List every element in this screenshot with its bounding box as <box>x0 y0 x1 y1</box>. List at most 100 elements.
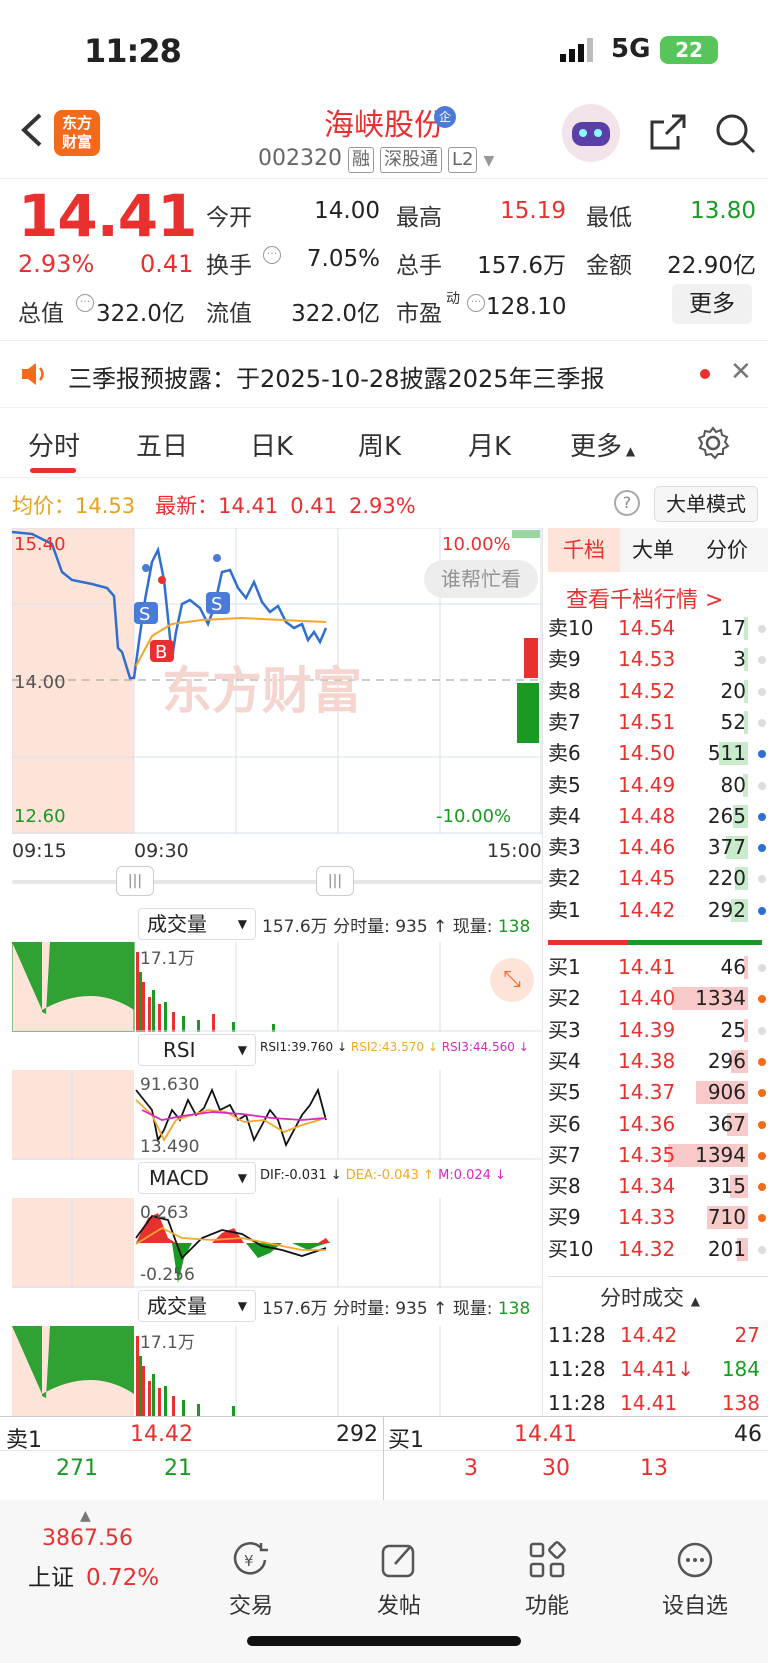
battery-icon: 22 <box>660 36 718 64</box>
nav-functions[interactable]: 功能 <box>492 1540 602 1620</box>
bid-row[interactable]: 买6 14.36 367 <box>548 1109 768 1140</box>
bid-price: 14.41 <box>618 955 676 979</box>
bid-row[interactable]: 买4 14.38 296 <box>548 1046 768 1077</box>
bid-row[interactable]: 买3 14.39 25 <box>548 1015 768 1046</box>
pe-info-icon[interactable]: ··· <box>467 294 485 312</box>
ask-volume: 511 <box>707 741 746 766</box>
rsi-indicator-select[interactable]: RSI ▼ <box>138 1034 256 1066</box>
search-icon[interactable] <box>714 112 756 154</box>
period-tabs: 分时 五日 日K 周K 月K 更多 ▲ <box>0 408 768 478</box>
float-value: 322.0亿 <box>291 301 380 327</box>
share-icon[interactable] <box>648 112 688 152</box>
volume-now: 138 <box>497 917 531 937</box>
nav-post[interactable]: 发帖 <box>344 1540 454 1620</box>
tab-big-order[interactable]: 大单 <box>632 528 674 572</box>
sum-bid-q2: 30 <box>542 1456 570 1481</box>
macd-values: DIF:-0.031 ↓ DEA:-0.043 ↑ M:0.024 ↓ <box>260 1168 506 1183</box>
volume-indicator-select-2[interactable]: 成交量 ▼ <box>138 1290 256 1322</box>
nav-add-watchlist[interactable]: 设自选 <box>640 1540 750 1620</box>
index-row[interactable]: 上证 0.72% <box>28 1558 159 1592</box>
ask-volume: 220 <box>707 866 746 891</box>
ask-row[interactable]: 卖2 14.45 220 <box>548 863 768 894</box>
tick-time: 11:28 <box>548 1357 606 1381</box>
time-start: 09:15 <box>12 840 67 862</box>
tick-volume: 138 <box>721 1391 760 1415</box>
bid-volume: 1334 <box>695 986 746 1011</box>
volume-summary: 157.6万 分时量: 935 ↑ 现量: 138 <box>262 912 530 937</box>
settings-gear-icon[interactable] <box>696 426 730 460</box>
volume-indicator-select[interactable]: 成交量 ▼ <box>138 908 256 940</box>
bid-row[interactable]: 买9 14.33 710 <box>548 1202 768 1233</box>
tab-weekly-k[interactable]: 周K <box>358 426 401 463</box>
bid-price: 14.40 <box>618 986 676 1011</box>
depth-bar-red <box>548 940 628 945</box>
more-dots-icon[interactable]: ··· <box>76 294 94 312</box>
tab-price-dist[interactable]: 分价 <box>706 528 748 572</box>
y-mid: 14.00 <box>14 672 66 693</box>
range-handle-right[interactable]: ||| <box>316 866 354 896</box>
bid-row[interactable]: 买7 14.35 1394 <box>548 1140 768 1171</box>
tab-monthly-k[interactable]: 月K <box>468 426 511 463</box>
tag-margin: 融 <box>347 147 374 173</box>
ask-row[interactable]: 卖10 14.54 17 <box>548 613 768 644</box>
turnover-info-icon[interactable]: ··· <box>263 246 281 264</box>
ask-row[interactable]: 卖9 14.53 3 <box>548 644 768 675</box>
nav-trade[interactable]: ¥ 交易 <box>196 1540 306 1620</box>
ask-row[interactable]: 卖6 14.50 511 <box>548 738 768 769</box>
more-button[interactable]: 更多 <box>672 284 752 324</box>
help-icon[interactable]: ? <box>614 490 640 516</box>
macd-indicator-select[interactable]: MACD ▼ <box>138 1162 256 1194</box>
full-depth-link[interactable]: 查看千档行情 > <box>566 582 723 614</box>
nav-post-label: 发帖 <box>376 1594 421 1619</box>
bid-level: 买5 <box>548 1080 581 1105</box>
low-label: 最低 <box>586 205 632 231</box>
open-label: 今开 <box>206 205 252 231</box>
index-value[interactable]: 3867.56 <box>42 1526 133 1551</box>
time-open: 09:30 <box>134 840 189 862</box>
tab-full-depth[interactable]: 千档 <box>548 528 620 572</box>
order-flag-dot <box>758 812 766 821</box>
volume-chart: 17.1万 <box>12 942 542 1032</box>
y-low: 12.60 <box>14 806 66 827</box>
ask-row[interactable]: 卖1 14.42 292 <box>548 895 768 926</box>
ask-volume: 3 <box>733 647 746 672</box>
sum-bid-q1: 3 <box>464 1456 478 1481</box>
tab-intraday[interactable]: 分时 <box>28 426 80 463</box>
ask-row[interactable]: 卖7 14.51 52 <box>548 707 768 738</box>
ask-volume: 292 <box>707 897 746 922</box>
tick-volume: 184 <box>721 1357 760 1381</box>
ask-row[interactable]: 卖5 14.49 80 <box>548 770 768 801</box>
bid-row[interactable]: 买1 14.41 46 <box>548 952 768 983</box>
bid-price: 14.37 <box>618 1080 676 1105</box>
bid-row[interactable]: 买5 14.37 906 <box>548 1077 768 1108</box>
big-order-mode-button[interactable]: 大单模式 <box>654 486 758 522</box>
order-flag-dot <box>758 1183 766 1192</box>
tab-more[interactable]: 更多 ▲ <box>570 426 635 463</box>
bid-row[interactable]: 买8 14.34 315 <box>548 1171 768 1202</box>
network-label: 5G <box>611 34 651 64</box>
ask-row[interactable]: 卖4 14.48 265 <box>548 801 768 832</box>
ask-row[interactable]: 卖8 14.52 20 <box>548 676 768 707</box>
help-me-look-button[interactable]: 谁帮忙看 <box>424 560 538 598</box>
ask-volume: 52 <box>720 709 746 734</box>
range-handle-left[interactable]: ||| <box>116 866 154 896</box>
high-value: 15.19 <box>500 198 566 224</box>
bid-volume: 25 <box>720 1017 746 1042</box>
range-slider-track[interactable] <box>12 880 542 884</box>
macd-m: M:0.024 ↓ <box>438 1168 506 1183</box>
close-icon[interactable]: ✕ <box>730 357 752 387</box>
bid-row[interactable]: 买2 14.40 1334 <box>548 983 768 1014</box>
tick-row: 11:28 14.41↓ 184 <box>548 1354 768 1385</box>
bid-row[interactable]: 买10 14.32 201 <box>548 1234 768 1265</box>
y-high: 15.40 <box>14 534 66 555</box>
notice-bar[interactable]: 三季报预披露：于2025-10-28披露2025年三季报 ✕ <box>0 340 768 408</box>
tab-daily-k[interactable]: 日K <box>250 426 293 463</box>
tab-five-day[interactable]: 五日 <box>136 426 188 463</box>
price-pct: 2.93% <box>18 250 95 278</box>
svg-text:B: B <box>155 642 167 663</box>
expand-icon[interactable]: ⤡ <box>490 958 534 1002</box>
assistant-avatar[interactable] <box>562 104 620 162</box>
ticks-title[interactable]: 分时成交 ▲ <box>600 1282 700 1312</box>
ask-row[interactable]: 卖3 14.46 377 <box>548 832 768 863</box>
bid-price: 14.34 <box>618 1174 676 1199</box>
